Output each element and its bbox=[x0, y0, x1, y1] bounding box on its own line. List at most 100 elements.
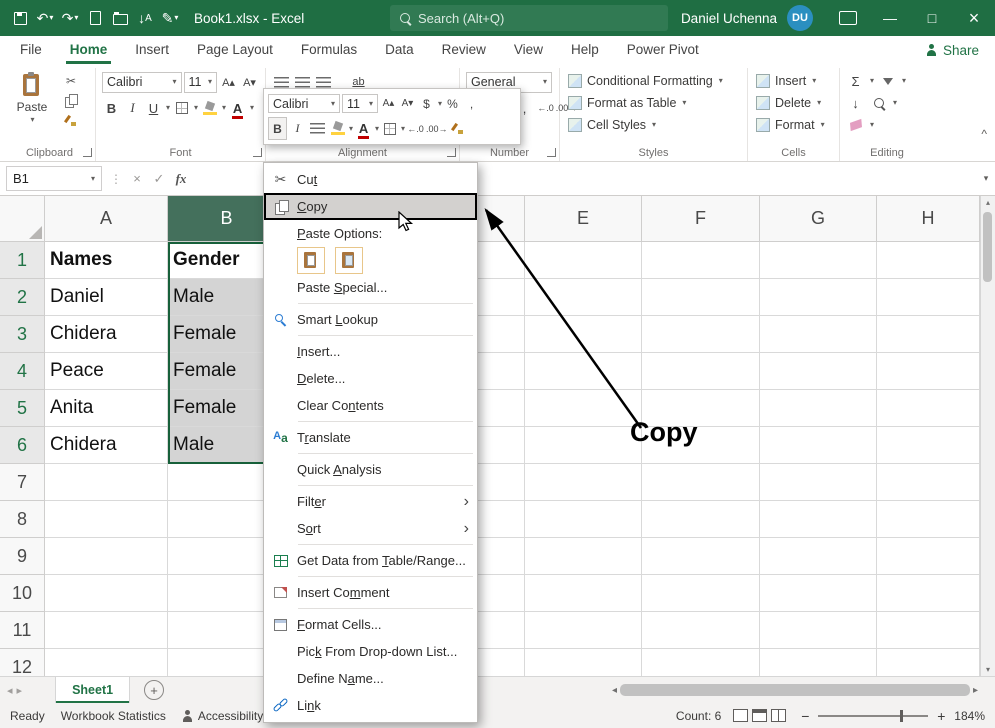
cell-E1[interactable] bbox=[525, 242, 642, 279]
cell-A6[interactable]: Chidera bbox=[45, 427, 168, 464]
cell-G1[interactable] bbox=[760, 242, 877, 279]
cell-A9[interactable] bbox=[45, 538, 168, 575]
name-box[interactable]: B1 ▾ bbox=[6, 166, 102, 191]
sheet-nav-right-icon[interactable]: ▸ bbox=[10, 684, 30, 697]
avatar[interactable]: DU bbox=[787, 5, 813, 31]
menu-item-pick-from-drop-down-list[interactable]: Pick From Drop-down List... bbox=[264, 638, 477, 665]
mini-font-color-button[interactable]: A bbox=[355, 118, 372, 139]
menu-item-smart-lookup[interactable]: Smart Lookup bbox=[264, 306, 477, 333]
cell-A8[interactable] bbox=[45, 501, 168, 538]
grow-font-button[interactable]: A▴ bbox=[219, 71, 238, 93]
cell-H8[interactable] bbox=[877, 501, 980, 538]
tab-view[interactable]: View bbox=[500, 37, 557, 64]
cell-H5[interactable] bbox=[877, 390, 980, 427]
cell-E3[interactable] bbox=[525, 316, 642, 353]
menu-item-format-cells[interactable]: Format Cells... bbox=[264, 611, 477, 638]
workbook-statistics-button[interactable]: Workbook Statistics bbox=[61, 709, 166, 723]
delete-button[interactable]: Delete▾ bbox=[754, 92, 833, 114]
menu-item-copy[interactable]: Copy bbox=[264, 193, 477, 220]
mini-decrease-decimal-button[interactable]: .00→ bbox=[426, 118, 448, 139]
font-size-combo[interactable]: 11▾ bbox=[184, 72, 217, 93]
zoom-slider[interactable] bbox=[818, 715, 928, 717]
horizontal-scroll-thumb[interactable] bbox=[620, 684, 970, 696]
mini-font-size-combo[interactable]: 11▾ bbox=[342, 94, 378, 113]
alignment-dialog-launcher-icon[interactable] bbox=[447, 148, 456, 157]
select-all-corner[interactable] bbox=[0, 196, 45, 242]
cell-E5[interactable] bbox=[525, 390, 642, 427]
borders-button[interactable] bbox=[172, 97, 191, 119]
cell-G6[interactable] bbox=[760, 427, 877, 464]
clipboard-dialog-launcher-icon[interactable] bbox=[83, 148, 92, 157]
cell-G3[interactable] bbox=[760, 316, 877, 353]
column-header-f[interactable]: F bbox=[642, 196, 760, 242]
cell-A4[interactable]: Peace bbox=[45, 353, 168, 390]
column-header-g[interactable]: G bbox=[760, 196, 877, 242]
scroll-down-icon[interactable]: ▾ bbox=[981, 665, 995, 674]
menu-item-insert-comment[interactable]: Insert Comment bbox=[264, 579, 477, 606]
row-header-7[interactable]: 7 bbox=[0, 464, 45, 501]
scroll-up-icon[interactable]: ▴ bbox=[981, 198, 995, 207]
cell-A12[interactable] bbox=[45, 649, 168, 676]
shrink-font-button[interactable]: A▾ bbox=[240, 71, 259, 93]
mini-borders-button[interactable] bbox=[381, 118, 398, 139]
save-button[interactable] bbox=[8, 3, 32, 33]
column-header-h[interactable]: H bbox=[877, 196, 980, 242]
menu-item-paste-special[interactable]: Paste Special... bbox=[264, 274, 477, 301]
cell-F9[interactable] bbox=[642, 538, 760, 575]
cell-A11[interactable] bbox=[45, 612, 168, 649]
cell-H12[interactable] bbox=[877, 649, 980, 676]
sort-filter-button[interactable] bbox=[878, 70, 897, 92]
mini-format-painter-button[interactable] bbox=[450, 118, 467, 139]
mini-bold-button[interactable]: B bbox=[268, 117, 287, 140]
zoom-out-button[interactable]: − bbox=[798, 708, 812, 724]
mini-grow-font-button[interactable]: A▴ bbox=[380, 93, 397, 114]
zoom-level[interactable]: 184% bbox=[954, 709, 985, 723]
underline-button[interactable]: U bbox=[144, 97, 163, 119]
cell-F3[interactable] bbox=[642, 316, 760, 353]
normal-view-button[interactable] bbox=[733, 709, 748, 722]
cell-E9[interactable] bbox=[525, 538, 642, 575]
cell-styles-button[interactable]: Cell Styles▾ bbox=[566, 114, 741, 136]
mini-comma-button[interactable]: , bbox=[463, 93, 480, 114]
cell-G12[interactable] bbox=[760, 649, 877, 676]
menu-item-define-name[interactable]: Define Name... bbox=[264, 665, 477, 692]
cell-G4[interactable] bbox=[760, 353, 877, 390]
autosum-button[interactable]: Σ bbox=[846, 70, 865, 92]
cell-F1[interactable] bbox=[642, 242, 760, 279]
close-button[interactable]: × bbox=[953, 0, 995, 36]
mini-align-center-button[interactable] bbox=[308, 118, 327, 139]
tab-review[interactable]: Review bbox=[428, 37, 500, 64]
cell-A1[interactable]: Names bbox=[45, 242, 168, 279]
mini-font-name-combo[interactable]: Calibri▾ bbox=[268, 94, 340, 113]
row-header-3[interactable]: 3 bbox=[0, 316, 45, 353]
sheet-tab-sheet1[interactable]: Sheet1 bbox=[55, 677, 130, 703]
mini-accounting-button[interactable]: $ bbox=[418, 93, 435, 114]
format-button[interactable]: Format▾ bbox=[754, 114, 833, 136]
column-header-e[interactable]: E bbox=[525, 196, 642, 242]
tab-formulas[interactable]: Formulas bbox=[287, 37, 371, 64]
fill-color-button[interactable] bbox=[200, 97, 219, 119]
paste-button[interactable]: Paste ▾ bbox=[10, 70, 54, 129]
horizontal-scrollbar[interactable]: ◂ ▸ bbox=[612, 681, 978, 699]
cell-A5[interactable]: Anita bbox=[45, 390, 168, 427]
tab-page-layout[interactable]: Page Layout bbox=[183, 37, 287, 64]
page-layout-view-button[interactable] bbox=[752, 709, 767, 722]
menu-item-quick-analysis[interactable]: Quick Analysis bbox=[264, 456, 477, 483]
cell-F7[interactable] bbox=[642, 464, 760, 501]
open-button[interactable] bbox=[108, 3, 132, 33]
format-as-table-button[interactable]: Format as Table▾ bbox=[566, 92, 741, 114]
cell-A7[interactable] bbox=[45, 464, 168, 501]
paste-option-values-button[interactable] bbox=[335, 247, 363, 274]
scroll-right-icon[interactable]: ▸ bbox=[973, 685, 978, 696]
cell-H3[interactable] bbox=[877, 316, 980, 353]
copy-button[interactable] bbox=[60, 92, 82, 109]
row-header-10[interactable]: 10 bbox=[0, 575, 45, 612]
user-name[interactable]: Daniel Uchenna bbox=[681, 11, 777, 26]
formula-bar-expand-icon[interactable]: ▾ bbox=[977, 173, 995, 184]
share-button[interactable]: Share bbox=[926, 43, 979, 58]
italic-button[interactable]: I bbox=[123, 97, 142, 119]
scroll-left-icon[interactable]: ◂ bbox=[612, 685, 617, 696]
bold-button[interactable]: B bbox=[102, 97, 121, 119]
cut-button[interactable]: ✂ bbox=[60, 72, 82, 89]
enter-button[interactable]: ✓ bbox=[148, 171, 170, 187]
